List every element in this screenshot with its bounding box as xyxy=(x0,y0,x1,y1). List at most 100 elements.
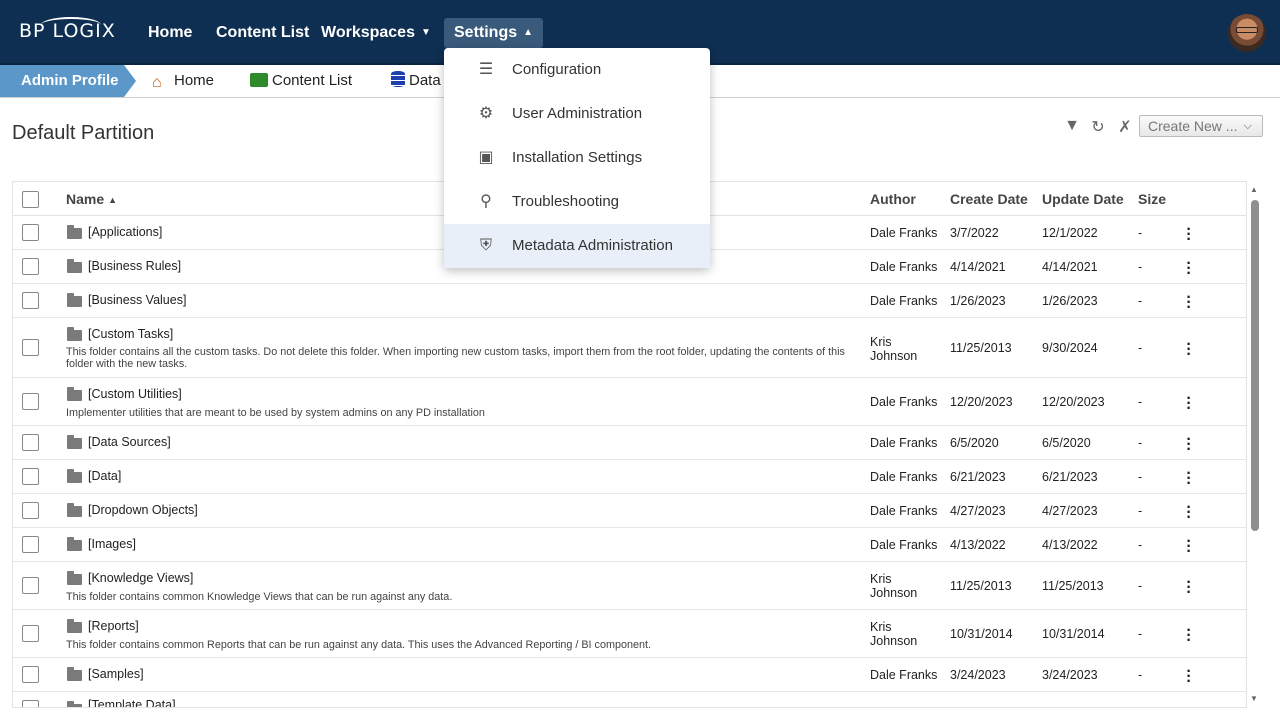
more-options-icon[interactable]: · · · xyxy=(1183,337,1195,363)
user-avatar[interactable] xyxy=(1228,14,1266,52)
home-icon: ⌂ xyxy=(152,74,162,91)
row-author: Dale Franks xyxy=(870,260,938,274)
row-updated: 6/21/2023 xyxy=(1042,470,1098,484)
bplogix-logo[interactable]: BP LOGIX xyxy=(19,17,116,42)
row-name[interactable]: [Knowledge Views] xyxy=(88,571,193,585)
table-row[interactable]: [Custom Utilities] Implementer utilities… xyxy=(13,378,1246,426)
filter-icon[interactable]: ▼ xyxy=(1062,117,1082,135)
row-checkbox[interactable] xyxy=(22,434,39,451)
more-options-icon[interactable]: · · · xyxy=(1183,534,1195,560)
table-row[interactable]: [Knowledge Views] This folder contains c… xyxy=(13,562,1246,610)
row-size: - xyxy=(1138,538,1143,552)
row-name[interactable]: [Data Sources] xyxy=(88,435,171,449)
nav-workspaces[interactable]: Workspaces ▼ xyxy=(311,18,441,48)
scrollbar-thumb[interactable] xyxy=(1251,200,1259,531)
more-options-icon[interactable]: · · · xyxy=(1183,664,1195,690)
row-name[interactable]: [Custom Tasks] xyxy=(88,327,173,341)
row-name[interactable]: [Dropdown Objects] xyxy=(88,503,198,517)
row-size: - xyxy=(1138,294,1143,308)
row-name[interactable]: [Reports] xyxy=(88,619,139,633)
row-checkbox[interactable] xyxy=(22,625,39,642)
row-checkbox[interactable] xyxy=(22,339,39,356)
row-author: Kris Johnson xyxy=(870,620,918,648)
table-row[interactable]: [Dropdown Objects] Dale Franks 4/27/2023… xyxy=(13,494,1246,528)
row-checkbox[interactable] xyxy=(22,536,39,553)
table-row[interactable]: [Custom Tasks] This folder contains all … xyxy=(13,318,1246,378)
table-row[interactable]: [Reports] This folder contains common Re… xyxy=(13,610,1246,658)
caret-up-icon: ▲ xyxy=(523,27,534,38)
scroll-down-icon[interactable]: ▼ xyxy=(1250,694,1258,703)
row-checkbox[interactable] xyxy=(22,502,39,519)
table-row[interactable]: [Business Values] Dale Franks 1/26/2023 … xyxy=(13,284,1246,318)
row-checkbox[interactable] xyxy=(22,292,39,309)
column-author[interactable]: Author xyxy=(870,191,916,207)
breadcrumb-data-label: Data xyxy=(409,72,441,89)
column-size[interactable]: Size xyxy=(1138,191,1166,207)
row-checkbox[interactable] xyxy=(22,393,39,410)
row-name[interactable]: [Custom Utilities] xyxy=(88,387,182,401)
row-name[interactable]: [Images] xyxy=(88,537,136,551)
menu-item-troubleshooting[interactable]: ⚲ Troubleshooting xyxy=(444,180,710,224)
table-row[interactable]: [Images] Dale Franks 4/13/2022 4/13/2022… xyxy=(13,528,1246,562)
table-row[interactable]: [Samples] Dale Franks 3/24/2023 3/24/202… xyxy=(13,658,1246,692)
row-name[interactable]: [Business Rules] xyxy=(88,259,181,273)
row-name[interactable]: [Applications] xyxy=(88,225,162,239)
refresh-icon[interactable]: ↻ xyxy=(1088,117,1108,137)
row-checkbox[interactable] xyxy=(22,666,39,683)
breadcrumb-home[interactable]: ⌂ Home xyxy=(152,65,214,97)
table-row[interactable]: [Data Sources] Dale Franks 6/5/2020 6/5/… xyxy=(13,426,1246,460)
row-checkbox[interactable] xyxy=(22,577,39,594)
more-options-icon[interactable]: · · · xyxy=(1183,432,1195,458)
folder-icon xyxy=(250,73,268,87)
row-checkbox[interactable] xyxy=(22,258,39,275)
breadcrumb-content-list[interactable]: Content List xyxy=(250,65,352,97)
tools-icon[interactable]: ✗ xyxy=(1115,117,1135,137)
row-author: Dale Franks xyxy=(870,226,938,240)
select-all-checkbox[interactable] xyxy=(22,191,39,208)
row-name[interactable]: [Business Values] xyxy=(88,293,186,307)
row-updated: 4/13/2022 xyxy=(1042,538,1098,552)
more-options-icon[interactable]: · · · xyxy=(1183,256,1195,282)
more-options-icon[interactable]: · · · xyxy=(1183,500,1195,526)
row-updated: 3/24/2023 xyxy=(1042,668,1098,682)
row-name[interactable]: [Data] xyxy=(88,469,121,483)
column-create-date[interactable]: Create Date xyxy=(950,191,1028,207)
menu-item-metadata-administration[interactable]: ⛨ Metadata Administration xyxy=(444,224,710,268)
breadcrumb-home-label: Home xyxy=(174,72,215,89)
row-checkbox[interactable] xyxy=(22,700,39,707)
shield-gear-icon: ⛨ xyxy=(479,237,492,254)
more-options-icon[interactable]: · · · xyxy=(1183,466,1195,492)
column-name[interactable]: Name ▲ xyxy=(66,191,117,207)
breadcrumb-admin-profile[interactable]: Admin Profile xyxy=(0,65,136,97)
create-new-dropdown[interactable]: Create New ... ⌵ xyxy=(1139,115,1263,137)
table-row[interactable]: [Data] Dale Franks 6/21/2023 6/21/2023 -… xyxy=(13,460,1246,494)
more-options-icon[interactable]: · · · xyxy=(1183,575,1195,601)
column-update-date[interactable]: Update Date xyxy=(1042,191,1124,207)
menu-item-configuration[interactable]: ☰ Configuration xyxy=(444,48,710,92)
row-checkbox[interactable] xyxy=(22,224,39,241)
row-checkbox[interactable] xyxy=(22,468,39,485)
row-name[interactable]: [Samples] xyxy=(88,667,144,681)
more-options-icon[interactable]: · · · xyxy=(1183,623,1195,649)
nav-home[interactable]: Home xyxy=(138,18,202,48)
more-options-icon[interactable]: · · · xyxy=(1183,290,1195,316)
menu-item-label: User Administration xyxy=(512,105,643,122)
more-options-icon[interactable]: · · · xyxy=(1183,222,1195,248)
row-size: - xyxy=(1138,579,1143,593)
page-title: Default Partition xyxy=(12,122,155,144)
menu-item-installation-settings[interactable]: ▣ Installation Settings xyxy=(444,136,710,180)
row-size: - xyxy=(1138,395,1143,409)
table-row[interactable]: [Template Data] xyxy=(13,692,1246,707)
folder-icon xyxy=(67,537,82,551)
breadcrumb-data[interactable]: Data xyxy=(391,65,441,97)
nav-settings[interactable]: Settings ▲ xyxy=(444,18,544,48)
menu-item-user-administration[interactable]: ⚙ User Administration xyxy=(444,92,710,136)
database-icon xyxy=(391,71,405,87)
scroll-up-icon[interactable]: ▲ xyxy=(1250,185,1258,194)
more-options-icon[interactable]: · · · xyxy=(1183,391,1195,417)
nav-content-list[interactable]: Content List xyxy=(206,18,319,48)
row-name[interactable]: [Template Data] xyxy=(88,698,176,707)
row-author: Dale Franks xyxy=(870,294,938,308)
folder-icon xyxy=(67,293,82,307)
folder-icon xyxy=(67,503,82,517)
